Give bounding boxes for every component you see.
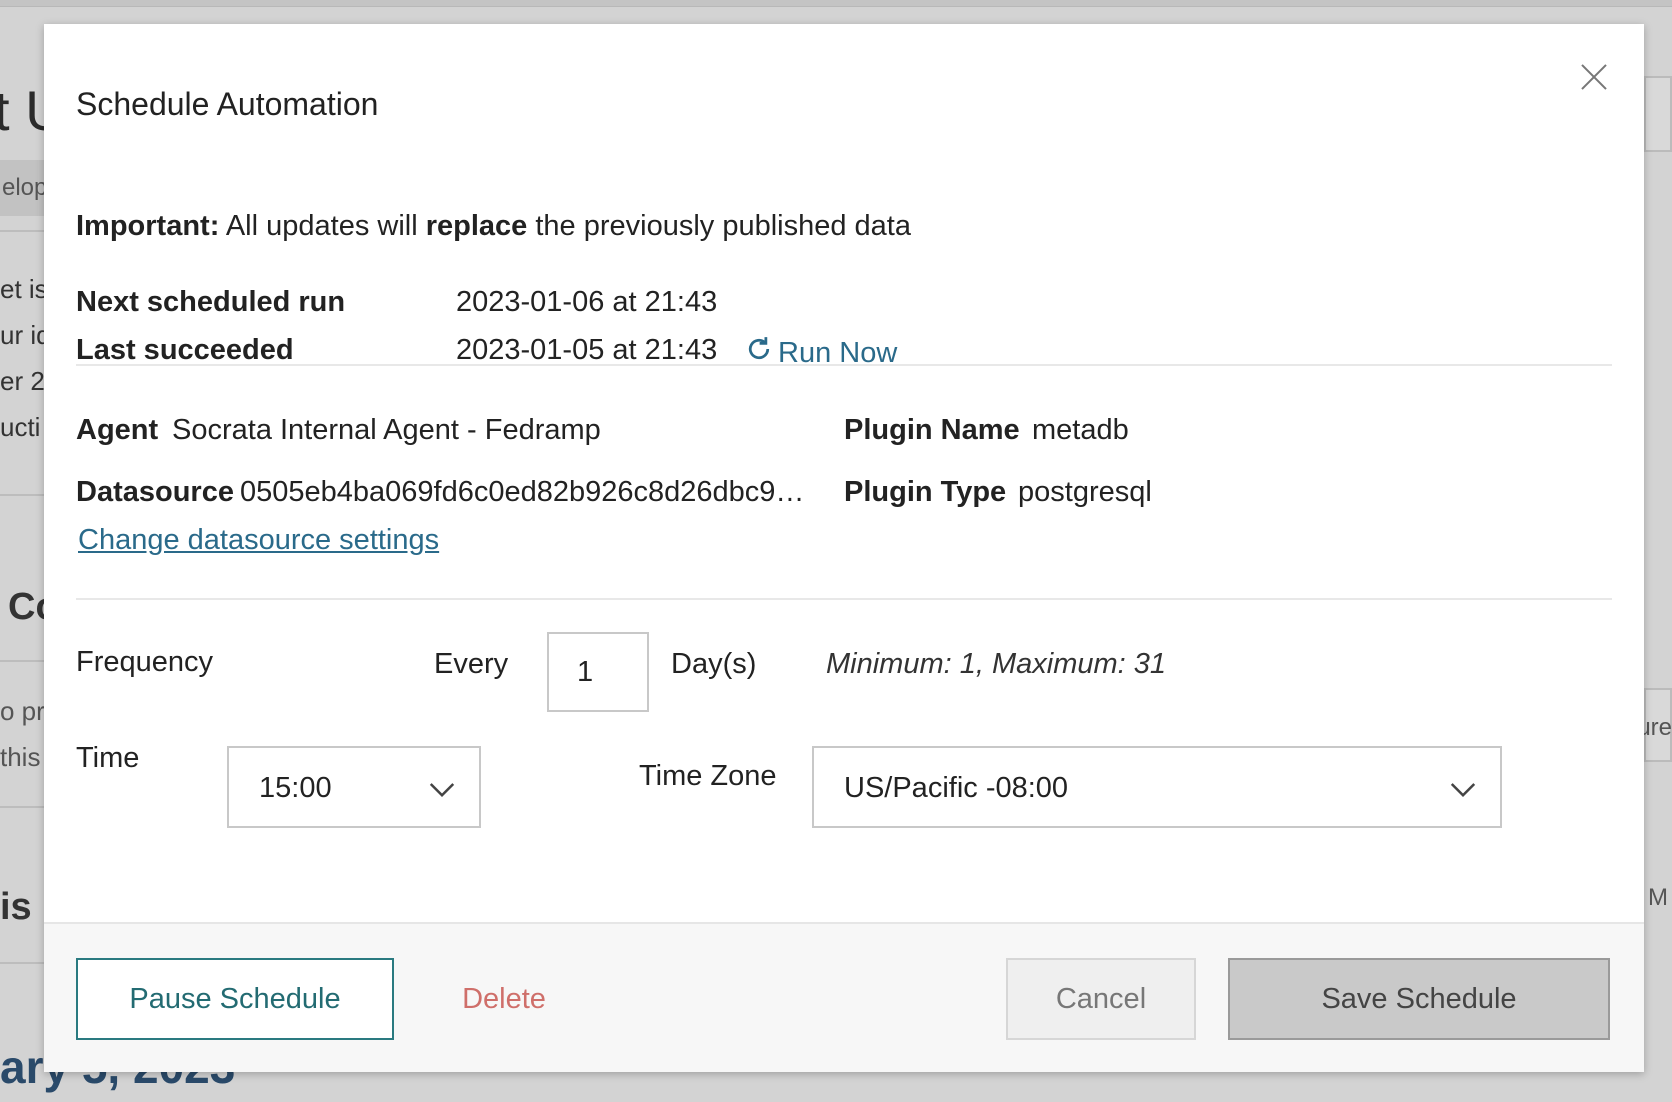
background-right-text: M [1648,884,1668,911]
plugin-name-value: metadb [1032,414,1129,446]
important-label: Important: [76,210,220,242]
frequency-label: Frequency [76,646,214,678]
run-now-button[interactable]: Run Now [744,334,897,372]
change-datasource-link[interactable]: Change datasource settings [78,524,439,557]
timezone-select-value: US/Pacific -08:00 [844,772,1069,804]
important-notice: Important: All updates will replace the … [76,210,911,243]
cancel-button[interactable]: Cancel [1006,958,1196,1040]
delete-button[interactable]: Delete [444,958,564,1040]
agent-value: Socrata Internal Agent - Fedramp [172,414,601,446]
frequency-input[interactable] [547,632,649,712]
chevron-down-icon [429,783,455,798]
datasource-label: Datasource [76,476,234,508]
time-select-value: 15:00 [259,772,332,804]
schedule-automation-modal: Schedule Automation Important: All updat… [44,24,1644,1072]
plugin-type-label: Plugin Type [844,476,1007,508]
timezone-label: Time Zone [639,760,777,792]
modal-title: Schedule Automation [76,86,379,122]
close-icon[interactable] [1574,58,1614,98]
time-label: Time [76,742,140,774]
background-text-line: et is [0,274,48,304]
agent-label: Agent [76,414,159,446]
chevron-down-icon [1450,783,1476,798]
modal-footer: Pause Schedule Delete Cancel Save Schedu… [44,922,1644,1072]
important-text-post: the previously published data [527,210,911,242]
last-succeeded-value: 2023-01-05 at 21:43 [456,334,718,366]
save-schedule-button[interactable]: Save Schedule [1228,958,1610,1040]
important-text-bold: replace [425,210,528,242]
frequency-hint: Minimum: 1, Maximum: 31 [826,648,1167,680]
background-right-box [1644,76,1672,152]
datasource-value: 0505eb4ba069fd6c0ed82b926c8d26dbc9… [240,476,805,508]
background-text-line: er 2 [0,366,45,396]
frequency-unit-label: Day(s) [671,648,757,680]
timezone-select[interactable]: US/Pacific -08:00 [812,746,1502,828]
plugin-type-value: postgresql [1018,476,1152,508]
section-divider [76,598,1612,600]
pause-schedule-button[interactable]: Pause Schedule [76,958,394,1040]
background-text-line: ur id [0,320,51,350]
last-succeeded-label: Last succeeded [76,334,294,366]
background-divider [0,962,44,964]
next-run-value: 2023-01-06 at 21:43 [456,286,718,318]
background-divider [0,494,44,496]
plugin-name-label: Plugin Name [844,414,1020,446]
section-divider [76,364,1612,366]
important-text-pre: All updates will [219,210,426,242]
background-text-line: o pr [0,696,45,726]
background-text-line: this [0,742,41,772]
next-run-label: Next scheduled run [76,286,346,318]
background-top-bar [0,0,1672,7]
background-divider [0,806,44,808]
background-text-line: ucti [0,412,41,442]
time-select[interactable]: 15:00 [227,746,481,828]
every-label: Every [434,648,509,680]
background-divider [0,230,44,232]
refresh-icon [744,334,774,372]
background-divider [0,660,44,662]
